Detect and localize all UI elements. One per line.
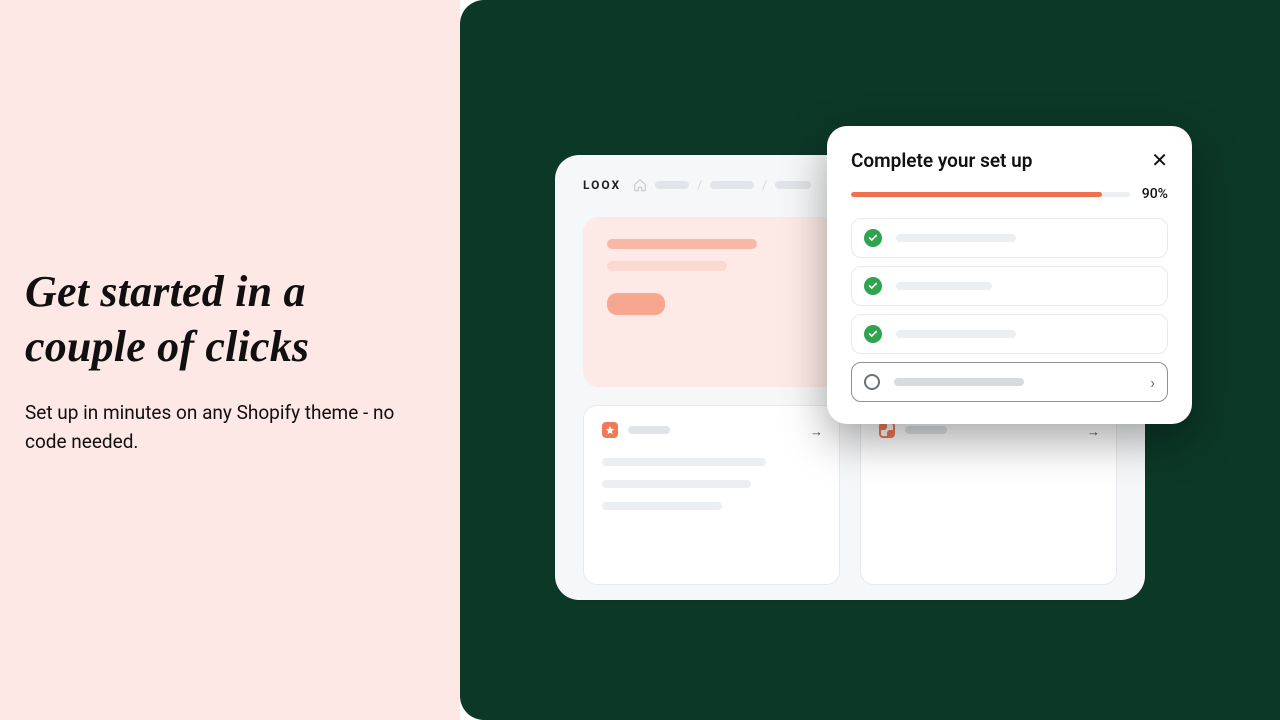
crumb-placeholder — [655, 181, 689, 189]
setup-step[interactable] — [851, 218, 1168, 258]
placeholder-button — [607, 293, 665, 315]
setup-step[interactable] — [851, 314, 1168, 354]
right-panel: LOOX / / — [460, 0, 1280, 720]
check-icon — [864, 229, 882, 247]
placeholder-line — [607, 261, 727, 271]
breadcrumb: / / — [633, 178, 811, 192]
setup-step-pending[interactable]: › — [851, 362, 1168, 402]
arrow-right-icon: → — [1087, 424, 1100, 440]
home-icon — [633, 178, 647, 192]
chevron-right-icon: › — [1150, 373, 1155, 392]
placeholder-line — [602, 480, 751, 488]
progress-bar: 90% — [851, 186, 1168, 202]
arrow-right-icon: → — [810, 424, 823, 440]
circle-icon — [864, 374, 880, 390]
check-icon — [864, 325, 882, 343]
placeholder-line — [894, 378, 1024, 386]
setup-step[interactable] — [851, 266, 1168, 306]
placeholder-line — [628, 426, 670, 434]
crumb-separator: / — [762, 178, 767, 192]
crumb-placeholder — [775, 181, 811, 189]
subheadline: Set up in minutes on any Shopify theme -… — [25, 398, 420, 457]
crumb-placeholder — [710, 181, 754, 189]
placeholder-line — [602, 458, 766, 466]
placeholder-line — [896, 234, 1016, 242]
app-logo: LOOX — [583, 178, 621, 192]
left-panel: Get started in a couple of clicks Set up… — [0, 0, 460, 720]
placeholder-line — [896, 330, 1016, 338]
placeholder-line — [607, 239, 757, 249]
feature-card[interactable]: → — [583, 405, 840, 585]
progress-label: 90% — [1142, 186, 1168, 202]
setup-popup: Complete your set up ✕ 90% — [827, 126, 1192, 424]
popup-title: Complete your set up — [851, 149, 1032, 172]
progress-fill — [851, 192, 1102, 197]
headline: Get started in a couple of clicks — [25, 264, 420, 374]
placeholder-line — [896, 282, 992, 290]
close-icon[interactable]: ✕ — [1151, 148, 1168, 172]
star-icon — [602, 422, 618, 438]
puzzle-icon — [879, 422, 895, 438]
placeholder-line — [602, 502, 722, 510]
check-icon — [864, 277, 882, 295]
placeholder-line — [905, 426, 947, 434]
feature-card[interactable]: → — [860, 405, 1117, 585]
crumb-separator: / — [697, 178, 702, 192]
